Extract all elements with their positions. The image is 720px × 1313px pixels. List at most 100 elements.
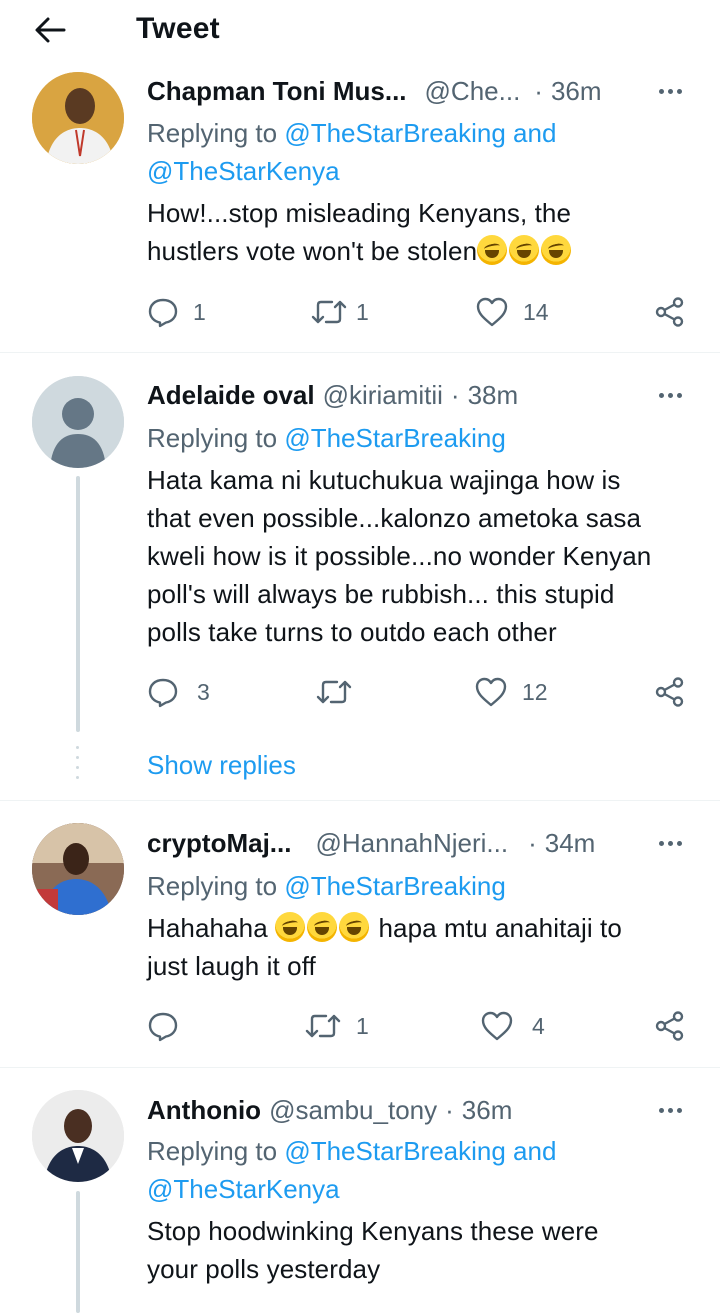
replying-to: Replying to @TheStarBreaking and @TheSta… (147, 114, 700, 190)
retweet-button[interactable]: 1 (304, 1006, 369, 1046)
mention-link[interactable]: @TheStarKenya (147, 156, 340, 186)
laughing-emoji-icon (541, 235, 572, 265)
share-icon (655, 1011, 684, 1041)
laughing-emoji-icon (275, 912, 306, 942)
display-name[interactable]: Anthonio (147, 1095, 261, 1126)
more-horizontal-icon (658, 88, 664, 94)
more-options-button[interactable] (652, 1095, 688, 1125)
timestamp[interactable]: 36m (551, 76, 602, 107)
avatar-photo (32, 823, 124, 915)
tweet-header: Adelaide oval @kiriamitii · 38m (147, 377, 696, 413)
avatar[interactable] (32, 823, 124, 915)
thread-line (76, 476, 80, 732)
tweet-text-line: just laugh it off (147, 951, 316, 981)
separator-dot: · (534, 75, 543, 106)
retweet-count: 1 (356, 1012, 369, 1039)
timestamp[interactable]: 38m (468, 380, 519, 411)
heart-icon (475, 677, 507, 707)
avatar[interactable] (32, 72, 124, 164)
reply-button[interactable]: 1 (147, 292, 206, 332)
display-name[interactable]: Chapman Toni Mus... (147, 76, 407, 107)
reply-tweet[interactable]: cryptoMaj... @HannahNjeri... · 34m Reply… (0, 801, 720, 1067)
display-name[interactable]: cryptoMaj... (147, 828, 291, 859)
user-handle[interactable]: @HannahNjeri... (315, 828, 508, 859)
retweet-icon (311, 300, 347, 324)
mention-link[interactable]: @TheStarBreaking and (284, 118, 556, 148)
replying-prefix: Replying to (147, 871, 278, 901)
laughing-emoji-icon (477, 235, 508, 265)
back-button[interactable] (28, 10, 72, 50)
more-options-button[interactable] (652, 828, 688, 858)
share-button[interactable] (654, 1006, 686, 1046)
mention-link[interactable]: @TheStarBreaking (284, 423, 506, 453)
tweet-text: Stop hoodwinking Kenyans these were your… (147, 1212, 696, 1288)
thread-line (76, 1191, 80, 1313)
avatar[interactable] (32, 1090, 124, 1182)
show-replies-link[interactable]: Show replies (147, 750, 296, 781)
share-button[interactable] (654, 292, 686, 332)
more-horizontal-icon (658, 840, 664, 846)
like-count: 14 (523, 298, 549, 325)
retweet-icon (316, 680, 352, 704)
replying-to: Replying to @TheStarBreaking and @TheSta… (147, 1132, 700, 1208)
reply-bubble-icon (148, 298, 178, 328)
mention-link[interactable]: @TheStarBreaking and (284, 1136, 556, 1166)
retweet-button[interactable]: 1 (310, 292, 369, 332)
heart-icon (476, 297, 508, 327)
replying-prefix: Replying to (147, 423, 278, 453)
like-count: 4 (532, 1012, 545, 1039)
share-button[interactable] (654, 672, 686, 712)
tweet-text: Hata kama ni kutuchukua wajinga how is t… (147, 461, 696, 651)
reply-tweet[interactable]: Adelaide oval @kiriamitii · 38m Replying… (0, 353, 720, 801)
user-handle[interactable]: @kiriamitii (323, 380, 443, 411)
avatar[interactable] (32, 376, 124, 468)
reply-bubble-icon (148, 1012, 178, 1042)
separator-dot: · (528, 827, 537, 858)
laughing-emoji-icon (509, 235, 540, 265)
arrow-left-icon (35, 17, 66, 43)
share-icon (655, 677, 684, 707)
reply-button[interactable]: 3 (147, 672, 210, 712)
timestamp[interactable]: 36m (462, 1095, 513, 1126)
tweet-text-line: poll's will always be rubbish... this st… (147, 579, 615, 609)
reply-tweet[interactable]: Anthonio @sambu_tony · 36m Replying to @… (0, 1068, 720, 1313)
separator-dot: · (450, 379, 460, 410)
laughing-emoji-icon (339, 912, 370, 942)
reply-count: 3 (197, 678, 210, 705)
tweet-text-line: Hahahaha (147, 913, 268, 943)
like-button[interactable]: 14 (475, 292, 549, 332)
user-handle[interactable]: @sambu_tony (269, 1095, 437, 1126)
avatar-photo (32, 1090, 124, 1182)
like-button[interactable]: 12 (474, 672, 548, 712)
retweet-icon (305, 1014, 341, 1038)
retweet-count: 1 (356, 298, 369, 325)
more-options-button[interactable] (652, 76, 688, 106)
tweet-text-line: polls take turns to outdo each other (147, 617, 557, 647)
thread-dots (76, 746, 80, 786)
tweet-text-line: How!...stop misleading Kenyans, the (147, 198, 572, 228)
tweet-text-line: Hata kama ni kutuchukua wajinga how is (147, 465, 621, 495)
tweet-text-line: hapa mtu anahitaji to (378, 913, 622, 943)
replying-to: Replying to @TheStarBreaking (147, 867, 700, 905)
more-options-button[interactable] (652, 380, 688, 410)
replying-prefix: Replying to (147, 118, 278, 148)
like-button[interactable]: 4 (480, 1006, 545, 1046)
more-horizontal-icon (658, 1107, 664, 1113)
user-handle[interactable]: @Che... (425, 76, 521, 107)
tweet-text-line: your polls yesterday (147, 1254, 381, 1284)
mention-link[interactable]: @TheStarBreaking (284, 871, 506, 901)
tweet-text-line: Stop hoodwinking Kenyans these were (147, 1216, 599, 1246)
reply-button[interactable] (147, 1006, 193, 1046)
separator-dot: · (445, 1094, 454, 1125)
tweet-header: Anthonio @sambu_tony · 36m (147, 1092, 696, 1128)
timestamp[interactable]: 34m (545, 828, 596, 859)
reply-bubble-icon (148, 678, 178, 708)
more-horizontal-icon (658, 392, 664, 398)
retweet-button[interactable] (315, 672, 367, 712)
tweet-text-line: that even possible...kalonzo ametoka sas… (147, 503, 642, 533)
display-name[interactable]: Adelaide oval (147, 380, 315, 411)
tweet-text-line: hustlers vote won't be stolen (147, 236, 478, 266)
tweet-header: Chapman Toni Mus... @Che... · 36m (147, 73, 696, 109)
mention-link[interactable]: @TheStarKenya (147, 1174, 340, 1204)
like-count: 12 (522, 678, 548, 705)
